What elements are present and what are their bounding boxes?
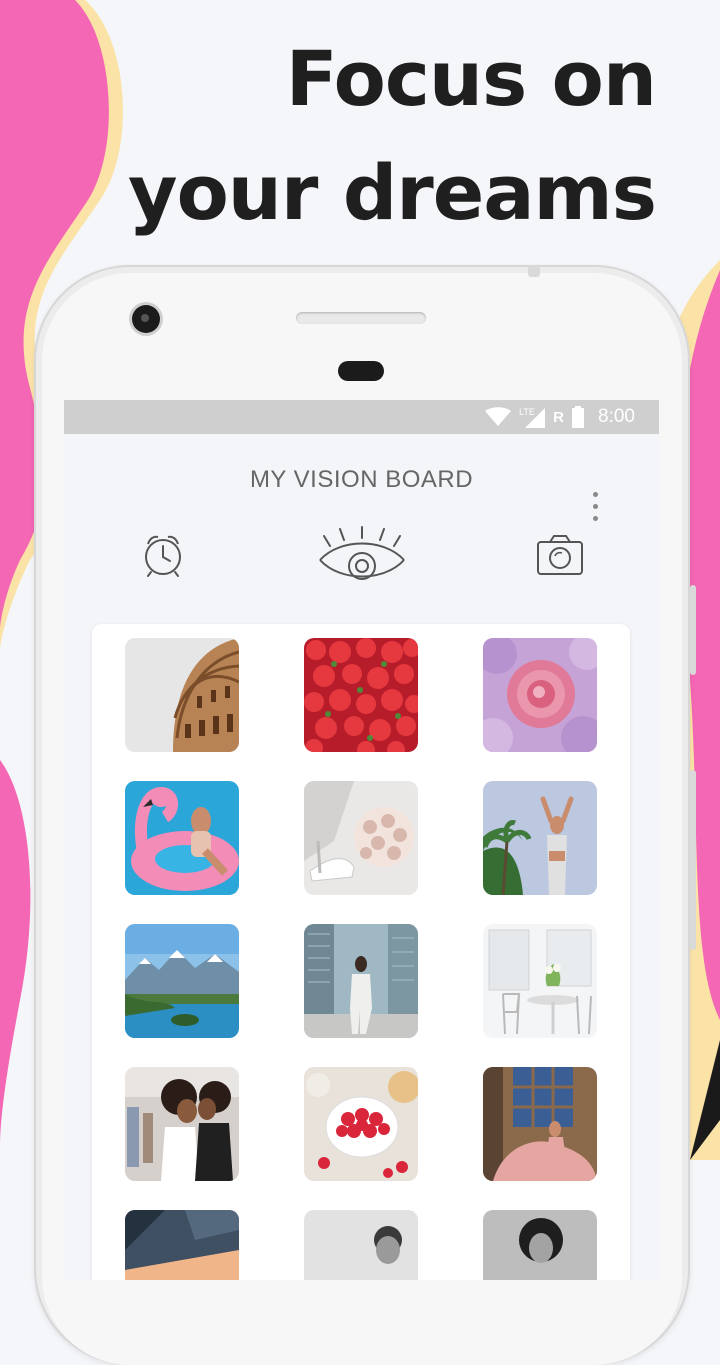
app-bar: MY VISION BOARD <box>64 434 659 530</box>
wifi-icon <box>485 407 512 426</box>
board-image-white-dining-room[interactable] <box>483 924 597 1038</box>
earpiece-speaker <box>296 312 426 324</box>
cell-signal-icon: LTE <box>519 407 546 428</box>
board-image-raspberries-bowl[interactable] <box>304 1067 418 1181</box>
board-image-pink-flamingo-float[interactable] <box>125 781 239 895</box>
board-image-colosseum[interactable] <box>125 638 239 752</box>
app-title: MY VISION BOARD <box>249 466 474 493</box>
board-image-skyscrapers-sunset[interactable] <box>125 1210 239 1280</box>
board-image-wedding-shoes-bouquet[interactable] <box>304 781 418 895</box>
camera-icon[interactable] <box>536 534 584 576</box>
board-image-woman-pink-gown[interactable] <box>483 1067 597 1181</box>
status-time: 8:00 <box>598 406 635 427</box>
board-image-smiling-man[interactable] <box>304 1210 418 1280</box>
power-button <box>690 585 696 675</box>
toolbar <box>64 526 659 596</box>
front-camera <box>132 305 160 333</box>
top-antenna-line <box>528 265 540 277</box>
board-image-mother-daughter[interactable] <box>125 1067 239 1181</box>
alarm-clock-icon[interactable] <box>140 532 186 578</box>
status-bar: LTE R 8:00 <box>64 400 659 434</box>
vision-board-grid <box>92 624 630 1280</box>
headline-line-1: Focus on <box>285 34 657 123</box>
eye-icon[interactable] <box>316 526 408 588</box>
board-image-mountain-lake[interactable] <box>125 924 239 1038</box>
phone-screen: LTE R 8:00 MY VISION BOARD <box>64 400 659 1280</box>
roaming-indicator: R <box>553 408 565 426</box>
proximity-sensor <box>338 361 384 381</box>
network-type: LTE <box>519 407 535 417</box>
headline: Focus on your dreams <box>56 22 657 250</box>
board-image-woman-portrait[interactable] <box>483 1210 597 1280</box>
board-image-strawberries[interactable] <box>304 638 418 752</box>
volume-button <box>690 770 696 950</box>
headline-line-2: your dreams <box>128 148 657 237</box>
board-image-woman-city-street[interactable] <box>304 924 418 1038</box>
board-image-woman-palm-trees[interactable] <box>483 781 597 895</box>
status-icons: LTE R 8:00 <box>485 400 635 434</box>
battery-icon <box>572 406 585 428</box>
board-image-pink-rose[interactable] <box>483 638 597 752</box>
